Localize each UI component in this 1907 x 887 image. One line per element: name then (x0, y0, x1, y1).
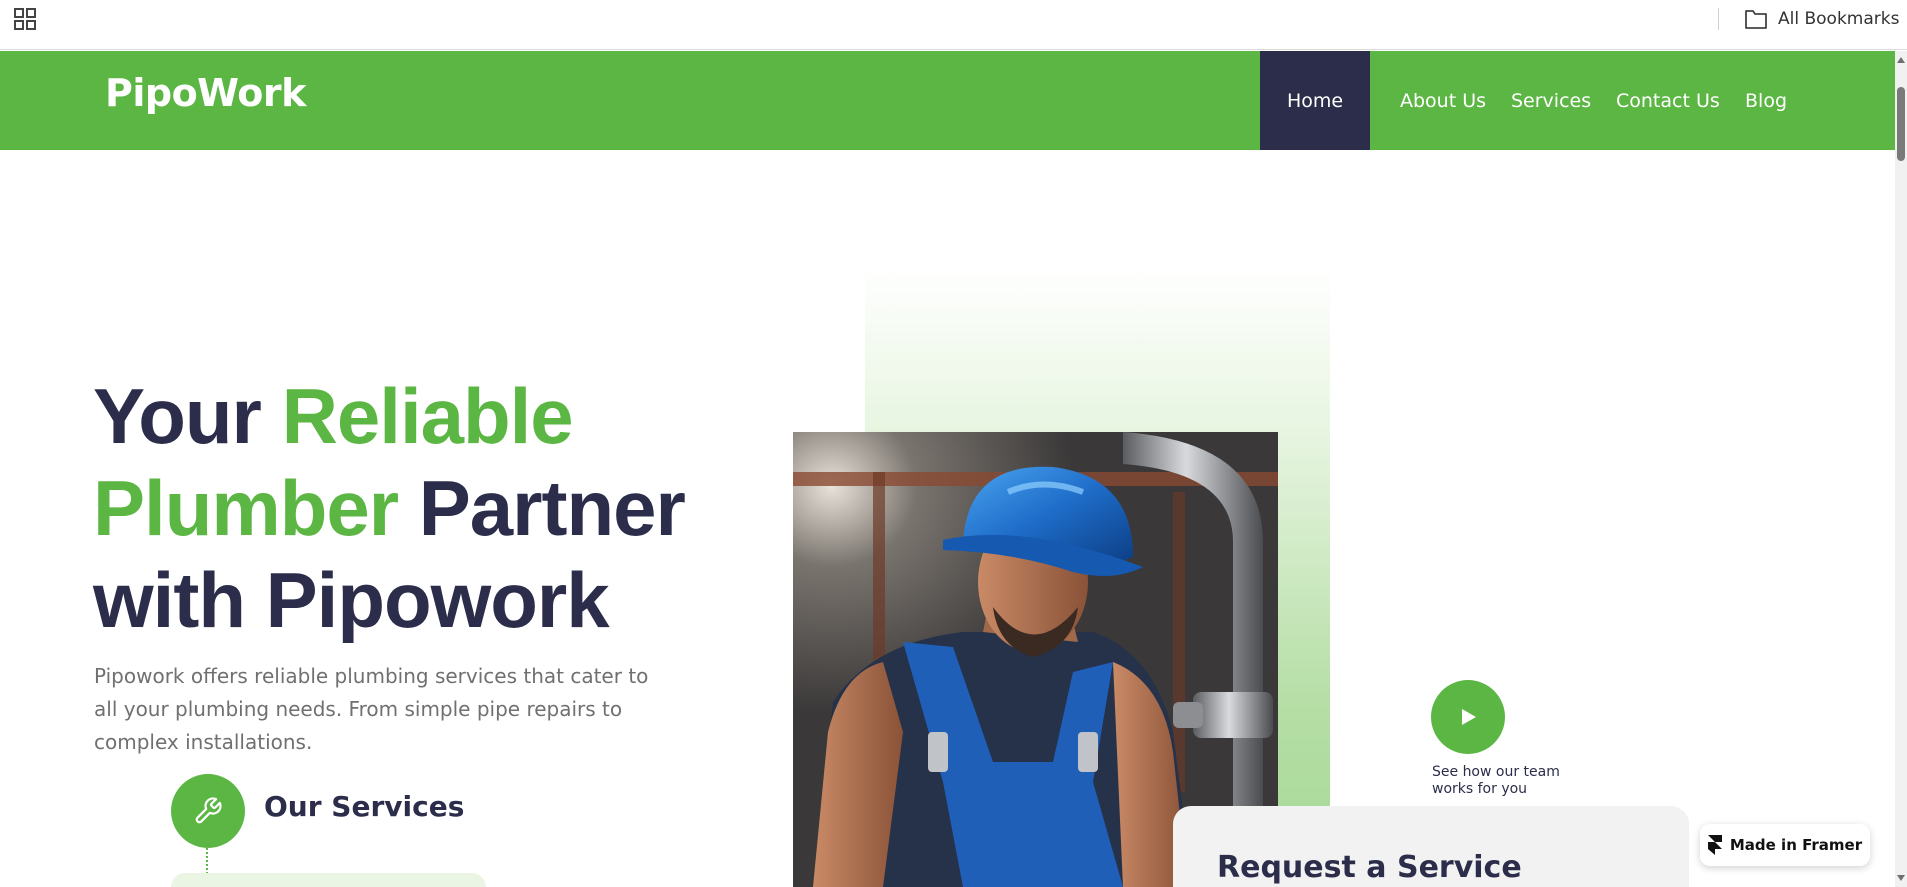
service-card[interactable] (171, 873, 486, 887)
all-bookmarks-label: All Bookmarks (1778, 9, 1900, 29)
wrench-icon (195, 797, 222, 824)
all-bookmarks-button[interactable]: All Bookmarks (1744, 7, 1899, 31)
folder-icon (1745, 10, 1767, 29)
site-header: PipoWork Home About Us Services Contact … (0, 51, 1895, 150)
hero-title: Your Reliable Plumber Partner with Pipow… (93, 370, 733, 646)
nav-blog[interactable]: Blog (1745, 51, 1787, 150)
hero-title-part2: Partner (398, 464, 686, 552)
scroll-down-arrow-icon[interactable] (1897, 875, 1905, 881)
made-in-framer-badge[interactable]: Made in Framer (1700, 824, 1870, 866)
request-service-card: Request a Service (1173, 806, 1689, 887)
hero-title-part1: Your (93, 372, 282, 460)
play-icon (1462, 709, 1476, 725)
scroll-up-arrow-icon[interactable] (1897, 57, 1905, 63)
nav-contact-us[interactable]: Contact Us (1616, 51, 1720, 150)
services-heading: Our Services (264, 790, 465, 823)
bookmarks-separator (1718, 8, 1719, 30)
site-logo[interactable]: PipoWork (105, 71, 306, 115)
framer-icon (1707, 835, 1722, 855)
request-service-title: Request a Service (1217, 850, 1522, 885)
nav-services[interactable]: Services (1511, 51, 1591, 150)
hero-title-accent1: Reliable (281, 372, 574, 460)
services-icon-circle (171, 774, 245, 848)
hero-title-part3: with Pipowork (93, 556, 610, 644)
hero-title-accent2: Plumber (93, 464, 399, 552)
page-scrollbar[interactable] (1895, 51, 1907, 887)
nav-about-us[interactable]: About Us (1400, 51, 1486, 150)
play-video-button[interactable] (1431, 680, 1505, 754)
made-in-framer-label: Made in Framer (1729, 836, 1863, 854)
nav-home[interactable]: Home (1260, 51, 1370, 150)
services-dotted-line (206, 848, 208, 874)
scrollbar-thumb[interactable] (1897, 87, 1905, 161)
apps-grid-icon[interactable] (14, 8, 38, 32)
bookmarks-bar: All Bookmarks (0, 0, 1907, 50)
video-caption: See how our team works for you (1432, 764, 1560, 797)
hero-description: Pipowork offers reliable plumbing servic… (94, 664, 649, 754)
